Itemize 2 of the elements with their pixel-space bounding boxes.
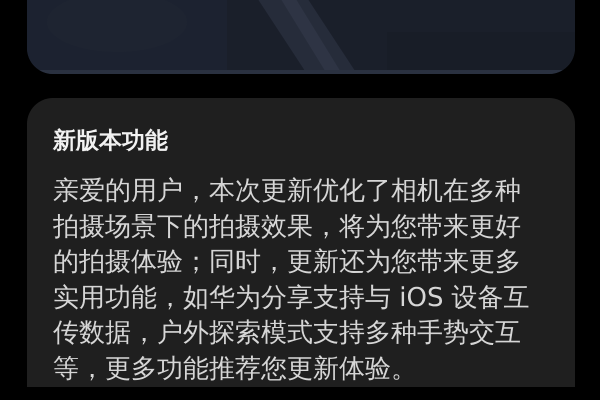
feature-description: 亲爱的用户，本次更新优化了相机在多种拍摄场景下的拍摄效果，将为您带来更好的拍摄体验；同时，更新还为您带来更多实用功能，如华为分享支持与 iOS 设备互传数据，户外探索模式支持多种手势交互等，更多功能推荐您更新体验。 — [53, 175, 531, 386]
card-title: 新版本功能 — [53, 127, 169, 156]
